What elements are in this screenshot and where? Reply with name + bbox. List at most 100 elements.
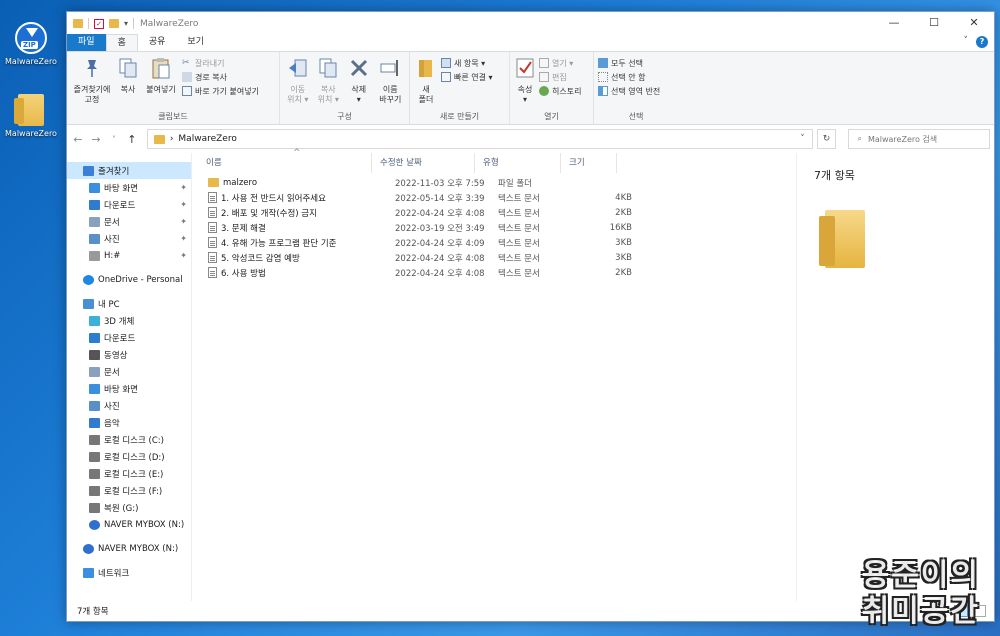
shortcut-icon [182, 86, 192, 96]
watermark: 용준이의 취미공간 [861, 558, 980, 629]
file-row[interactable]: 3. 문제 해결 2022-03-19 오전 3:49 텍스트 문서 16KB [192, 220, 796, 235]
help-icon[interactable]: ? [976, 36, 988, 48]
recent-locations-button[interactable]: ˅ [107, 135, 121, 144]
sidebar-item-label: 음악 [104, 418, 120, 429]
sidebar-item[interactable]: 네트워크 [67, 564, 191, 581]
tab-file[interactable]: 파일 [67, 34, 106, 51]
new-item-icon [441, 58, 451, 68]
sidebar-item[interactable]: 음악 [67, 414, 191, 431]
folder-icon [208, 178, 219, 187]
customize-toolbar-icon[interactable]: ▾ [124, 19, 128, 28]
sidebar-item[interactable]: 다운로드 ✦ [67, 196, 191, 213]
sidebar-item[interactable]: 동영상 [67, 346, 191, 363]
tab-share[interactable]: 공유 [138, 34, 177, 51]
back-button[interactable]: ← [71, 133, 85, 146]
column-type[interactable]: 유형 [475, 153, 561, 173]
minimize-button[interactable]: — [874, 12, 914, 35]
maximize-button[interactable]: ☐ [914, 12, 954, 35]
sidebar-item[interactable]: 다운로드 [67, 329, 191, 346]
column-size[interactable]: 크기 [561, 153, 617, 173]
sidebar-item[interactable]: OneDrive - Personal [67, 271, 191, 288]
navigation-pane: 즐겨찾기 바탕 화면 ✦ 다운로드 ✦ 문서 ✦ 사진 ✦ H:# ✦ OneDrive - Pers… [67, 153, 192, 601]
open-button[interactable]: 열기 ▾ [539, 57, 581, 69]
sidebar-item[interactable]: 바탕 화면 ✦ [67, 179, 191, 196]
sidebar-item[interactable]: 3D 개체 [67, 312, 191, 329]
file-row[interactable]: 1. 사용 전 반드시 읽어주세요 2022-05-14 오후 3:39 텍스트 문… [192, 190, 796, 205]
pin-icon[interactable]: ✦ [180, 234, 187, 243]
expand-ribbon-icon[interactable]: ˅ [964, 36, 969, 48]
sidebar-item[interactable]: 로컬 디스크 (F:) [67, 482, 191, 499]
easy-access-button[interactable]: 빠른 연결 ▾ [441, 71, 493, 83]
sidebar-item[interactable]: 로컬 디스크 (D:) [67, 448, 191, 465]
disk-icon [89, 451, 100, 462]
sidebar-item[interactable]: 문서 ✦ [67, 213, 191, 230]
file-row[interactable]: 4. 유해 가능 프로그램 판단 기준 2022-04-24 오후 4:09 텍스트… [192, 235, 796, 250]
new-item-button[interactable]: 새 항목 ▾ [441, 57, 493, 69]
address-text[interactable]: MalwareZero [178, 134, 236, 144]
address-dropdown-icon[interactable]: ˅ [794, 134, 812, 144]
pin-icon[interactable]: ✦ [180, 251, 187, 260]
sidebar-item[interactable]: 사진 [67, 397, 191, 414]
sidebar-item[interactable]: NAVER MYBOX (N:) [67, 516, 191, 533]
sidebar-item-label: NAVER MYBOX (N:) [104, 519, 185, 530]
close-button[interactable]: ✕ [954, 12, 994, 35]
file-row[interactable]: 5. 악성코드 감염 예방 2022-04-24 오후 4:08 텍스트 문서 3KB [192, 250, 796, 265]
new-folder-icon[interactable] [109, 19, 119, 28]
refresh-button[interactable]: ↻ [816, 129, 837, 149]
sidebar-item[interactable]: 즐겨찾기 [67, 162, 191, 179]
search-input[interactable]: ⌕ MalwareZero 검색 [848, 129, 991, 149]
column-name[interactable]: 이름 [192, 153, 372, 173]
picture-icon [89, 400, 100, 411]
copy-path-button[interactable]: 경로 복사 [182, 71, 259, 83]
desktop-folder-icon[interactable]: MalwareZero [0, 94, 62, 138]
cloud-icon [83, 274, 94, 285]
sidebar-item[interactable]: H:# ✦ [67, 247, 191, 264]
sidebar-item-label: 다운로드 [104, 200, 136, 211]
disk-icon [89, 468, 100, 479]
desktop-zip-icon[interactable]: ZIP MalwareZero [0, 22, 62, 66]
folder-preview-icon [819, 210, 865, 268]
pin-icon[interactable]: ✦ [180, 217, 187, 226]
paste-shortcut-button[interactable]: 바로 가기 붙여넣기 [182, 85, 259, 97]
sidebar-item-label: 다운로드 [104, 333, 136, 344]
up-button[interactable]: ↑ [125, 133, 139, 146]
properties-icon[interactable]: ✓ [94, 18, 104, 29]
file-row[interactable]: malzero 2022-11-03 오후 7:59 파일 폴더 [192, 175, 796, 190]
file-size: 3KB [615, 237, 632, 248]
sidebar-item[interactable]: 문서 [67, 363, 191, 380]
invert-selection-button[interactable]: 선택 영역 반전 [598, 85, 660, 97]
edit-button[interactable]: 편집 [539, 71, 581, 83]
text-file-icon [208, 237, 217, 248]
file-date: 2022-11-03 오후 7:59 [395, 178, 485, 189]
sidebar-item[interactable]: 사진 ✦ [67, 230, 191, 247]
quick-access-toolbar: ✓ ▾ [73, 18, 135, 29]
sidebar-item-label: OneDrive - Personal [98, 274, 183, 285]
sidebar-item[interactable]: 로컬 디스크 (E:) [67, 465, 191, 482]
title-bar: ✓ ▾ MalwareZero — ☐ ✕ [67, 12, 994, 35]
path-icon [182, 72, 192, 82]
sidebar-item[interactable]: 바탕 화면 [67, 380, 191, 397]
history-button[interactable]: 히스토리 [539, 85, 581, 97]
tab-view[interactable]: 보기 [176, 34, 215, 51]
sidebar-item[interactable]: 복원 (G:) [67, 499, 191, 516]
forward-button[interactable]: → [89, 133, 103, 146]
video-icon [89, 349, 100, 360]
pin-icon[interactable]: ✦ [180, 183, 187, 192]
delete-icon [350, 59, 367, 77]
column-date[interactable]: 수정한 날짜 [372, 153, 475, 173]
file-size: 2KB [615, 207, 632, 218]
select-none-button[interactable]: 선택 안 함 [598, 71, 660, 83]
sidebar-item[interactable]: 내 PC [67, 295, 191, 312]
select-all-button[interactable]: 모두 선택 [598, 57, 660, 69]
cut-button[interactable]: ✂ 잘라내기 [182, 57, 259, 69]
file-type: 텍스트 문서 [498, 268, 540, 279]
file-row[interactable]: 2. 배포 및 개작(수정) 금지 2022-04-24 오후 4:08 텍스트 문… [192, 205, 796, 220]
pc-icon [83, 298, 94, 309]
sidebar-item[interactable]: NAVER MYBOX (N:) [67, 540, 191, 557]
file-row[interactable]: 6. 사용 방법 2022-04-24 오후 4:08 텍스트 문서 2KB [192, 265, 796, 280]
sidebar-item[interactable]: 로컬 디스크 (C:) [67, 431, 191, 448]
tab-home[interactable]: 홈 [105, 34, 138, 51]
pin-icon [87, 60, 97, 77]
address-bar[interactable]: › MalwareZero ˅ [146, 129, 813, 149]
pin-icon[interactable]: ✦ [180, 200, 187, 209]
